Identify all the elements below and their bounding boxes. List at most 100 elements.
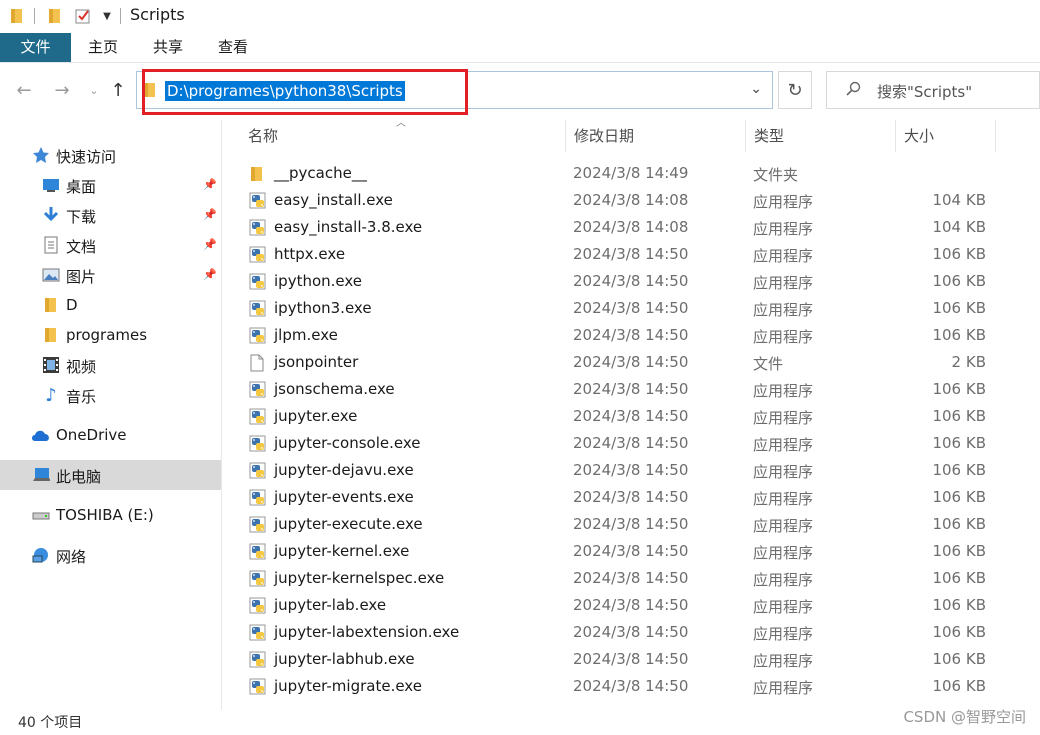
file-type: 应用程序 [753, 517, 814, 535]
file-size: 106 KB [932, 380, 986, 398]
file-row[interactable]: jsonpointer 2024/3/8 14:50 文件 2 KB [240, 350, 1000, 377]
video-icon [42, 356, 60, 374]
file-row[interactable]: jupyter-dejavu.exe 2024/3/8 14:50 应用程序 106 … [240, 458, 1000, 485]
folder-icon [8, 7, 26, 25]
file-modified-date: 2024/3/8 14:50 [573, 488, 689, 506]
file-modified-date: 2024/3/8 14:50 [573, 461, 689, 479]
file-name: jupyter-migrate.exe [274, 677, 422, 695]
column-header-name[interactable]: 名称 [240, 120, 566, 152]
file-modified-date: 2024/3/8 14:50 [573, 515, 689, 533]
file-row[interactable]: jupyter-console.exe 2024/3/8 14:50 应用程序 106… [240, 431, 1000, 458]
pin-icon[interactable]: 📌 [203, 208, 217, 221]
file-size: 106 KB [932, 461, 986, 479]
python-exe-icon [249, 300, 267, 318]
file-row[interactable]: jupyter-events.exe 2024/3/8 14:50 应用程序 106 … [240, 485, 1000, 512]
sidebar-item-toshiba[interactable]: TOSHIBA (E:) [0, 500, 221, 530]
file-name: ipython.exe [274, 272, 363, 290]
sidebar-item-downloads[interactable]: 下载 📌 [0, 200, 221, 230]
file-type: 应用程序 [753, 328, 814, 346]
sidebar-item-label: 此电脑 [56, 468, 102, 486]
file-row[interactable]: jupyter-kernelspec.exe 2024/3/8 14:50 应用程序… [240, 566, 1000, 593]
file-modified-date: 2024/3/8 14:49 [573, 164, 689, 182]
properties-icon[interactable] [74, 7, 92, 25]
desktop-icon [42, 176, 60, 194]
file-row[interactable]: ipython3.exe 2024/3/8 14:50 应用程序 106 KB [240, 296, 1000, 323]
file-name: jupyter-lab.exe [274, 596, 387, 614]
file-row[interactable]: httpx.exe 2024/3/8 14:50 应用程序 106 KB [240, 242, 1000, 269]
tab-view[interactable]: 查看 [210, 33, 256, 62]
python-exe-icon [249, 651, 267, 669]
sidebar-item-pictures[interactable]: 图片 📌 [0, 260, 221, 290]
file-name: ipython3.exe [274, 299, 372, 317]
folder-icon [42, 296, 60, 314]
recent-locations-icon[interactable]: ⌄ [84, 78, 104, 102]
file-icon [249, 354, 267, 372]
toolbar-separator [34, 8, 35, 24]
python-exe-icon [249, 408, 267, 426]
drive-icon [32, 507, 50, 525]
pin-icon[interactable]: 📌 [203, 178, 217, 191]
sidebar-item-d[interactable]: D [0, 290, 221, 320]
chevron-down-icon[interactable]: ⌄ [750, 81, 762, 97]
file-size: 104 KB [932, 218, 986, 236]
tab-file[interactable]: 文件 [0, 33, 71, 62]
file-name: jupyter-labextension.exe [274, 623, 460, 641]
file-row[interactable]: jupyter-lab.exe 2024/3/8 14:50 应用程序 106 KB [240, 593, 1000, 620]
file-size: 106 KB [932, 569, 986, 587]
sidebar-item-desktop[interactable]: 桌面 📌 [0, 170, 221, 200]
sidebar-item-programes[interactable]: programes [0, 320, 221, 350]
file-modified-date: 2024/3/8 14:50 [573, 272, 689, 290]
column-header-size[interactable]: 大小 [896, 120, 996, 152]
cloud-icon [31, 426, 49, 444]
file-row[interactable]: jupyter-execute.exe 2024/3/8 14:50 应用程序 106… [240, 512, 1000, 539]
ribbon-tabs: 文件 主页 共享 查看 [0, 33, 1040, 63]
sidebar-item-onedrive[interactable]: OneDrive [0, 420, 221, 450]
file-modified-date: 2024/3/8 14:08 [573, 218, 689, 236]
file-row[interactable]: __pycache__ 2024/3/8 14:49 文件夹 [240, 161, 1000, 188]
column-header-date[interactable]: 修改日期 [566, 120, 746, 152]
file-row[interactable]: easy_install-3.8.exe 2024/3/8 14:08 应用程序 10… [240, 215, 1000, 242]
file-name: jupyter-labhub.exe [274, 650, 415, 668]
file-modified-date: 2024/3/8 14:50 [573, 434, 689, 452]
file-row[interactable]: jupyter-migrate.exe 2024/3/8 14:50 应用程序 106… [240, 674, 1000, 701]
search-placeholder: 搜索"Scripts" [877, 83, 973, 101]
pin-icon[interactable]: 📌 [203, 238, 217, 251]
download-icon [42, 206, 60, 224]
file-name: jsonpointer [274, 353, 359, 371]
tab-home[interactable]: 主页 [80, 33, 126, 62]
file-row[interactable]: jupyter-labextension.exe 2024/3/8 14:50 应用… [240, 620, 1000, 647]
file-name: jupyter-kernelspec.exe [274, 569, 445, 587]
sidebar-item-label: 快速访问 [56, 148, 117, 166]
file-modified-date: 2024/3/8 14:50 [573, 596, 689, 614]
tab-share[interactable]: 共享 [145, 33, 191, 62]
file-row[interactable]: jupyter-kernel.exe 2024/3/8 14:50 应用程序 106 … [240, 539, 1000, 566]
forward-arrow-icon[interactable]: → [52, 78, 72, 102]
document-icon [42, 236, 60, 254]
file-row[interactable]: jlpm.exe 2024/3/8 14:50 应用程序 106 KB [240, 323, 1000, 350]
sidebar-item-network[interactable]: 网络 [0, 540, 221, 570]
file-row[interactable]: jupyter.exe 2024/3/8 14:50 应用程序 106 KB [240, 404, 1000, 431]
file-row[interactable]: easy_install.exe 2024/3/8 14:08 应用程序 104 KB [240, 188, 1000, 215]
back-arrow-icon[interactable]: ← [14, 78, 34, 102]
search-input[interactable]: 搜索"Scripts" [826, 71, 1040, 109]
pin-icon[interactable]: 📌 [203, 268, 217, 281]
file-row[interactable]: jupyter-labhub.exe 2024/3/8 14:50 应用程序 106 … [240, 647, 1000, 674]
sidebar-item-documents[interactable]: 文档 📌 [0, 230, 221, 260]
sidebar-item-music[interactable]: ♪ 音乐 [0, 380, 221, 410]
sidebar-item-videos[interactable]: 视频 [0, 350, 221, 380]
customize-toolbar-icon[interactable]: ▼ [98, 7, 116, 25]
sidebar-item-quick-access[interactable]: 快速访问 [0, 140, 221, 170]
file-name: jlpm.exe [274, 326, 338, 344]
file-row[interactable]: ipython.exe 2024/3/8 14:50 应用程序 106 KB [240, 269, 1000, 296]
picture-icon [42, 266, 60, 284]
file-row[interactable]: jsonschema.exe 2024/3/8 14:50 应用程序 106 KB [240, 377, 1000, 404]
file-type: 应用程序 [753, 247, 814, 265]
column-header-type[interactable]: 类型 [746, 120, 896, 152]
star-icon [32, 146, 50, 164]
new-folder-icon[interactable] [46, 7, 64, 25]
refresh-icon[interactable]: ↻ [778, 71, 812, 109]
file-type: 应用程序 [753, 409, 814, 427]
up-arrow-icon[interactable]: ↑ [108, 78, 128, 102]
file-name: jupyter-execute.exe [274, 515, 423, 533]
sidebar-item-this-pc[interactable]: 此电脑 [0, 460, 221, 490]
